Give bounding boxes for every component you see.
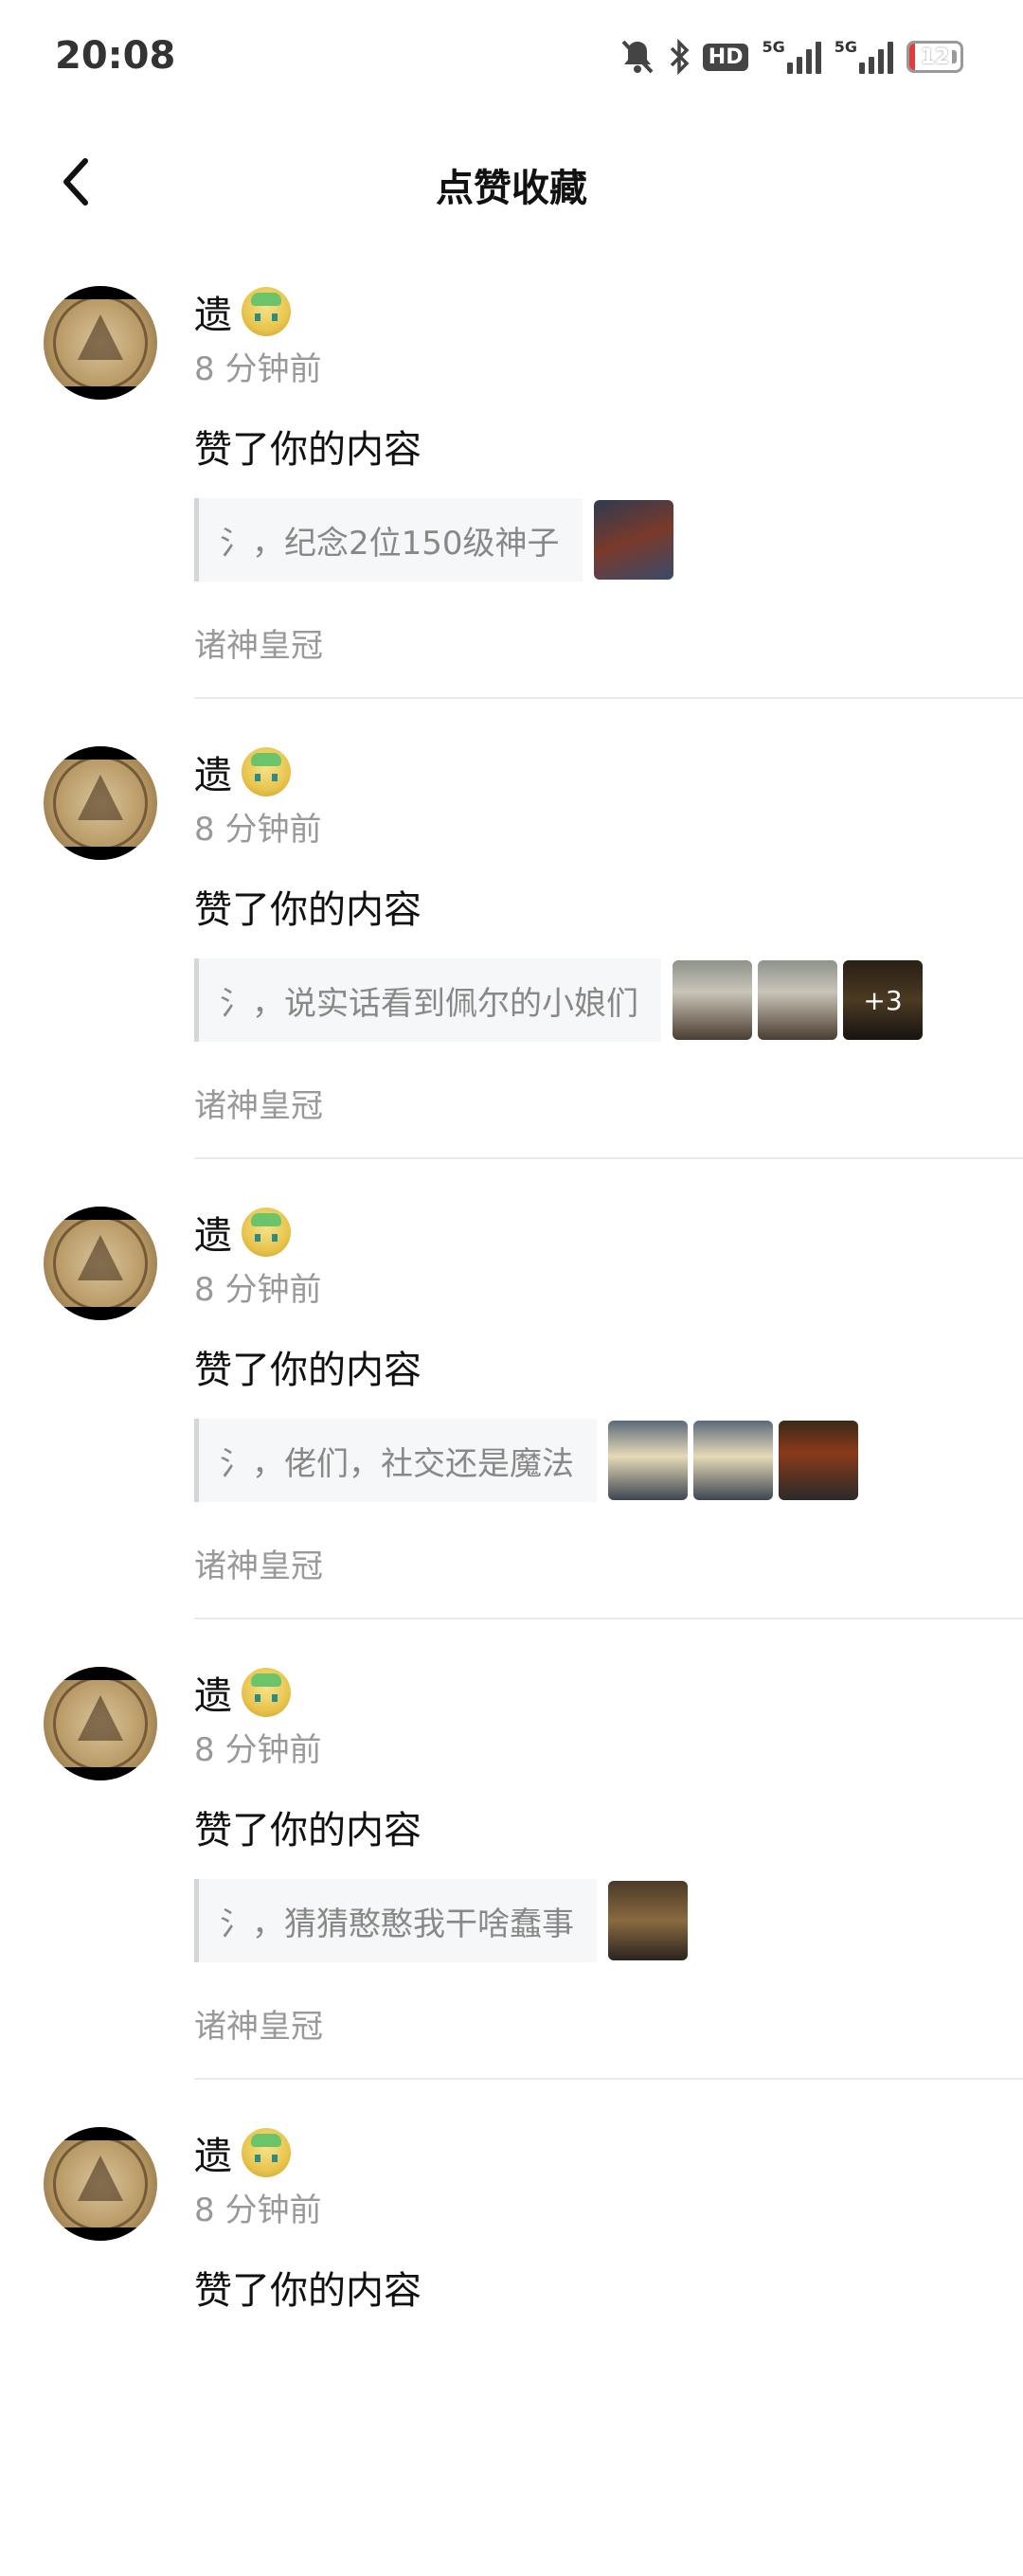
list-item[interactable]: 遗 8 分钟前 赞了你的内容 [0, 2116, 1023, 2576]
list-item[interactable]: 遗 8 分钟前 赞了你的内容 氵，说实话看到佩尔的小娘们 +3 诸神皇冠 [0, 735, 1023, 1195]
user-name[interactable]: 遗 [194, 1665, 232, 1720]
signal-5g-icon: 5G [762, 38, 821, 76]
list-item[interactable]: 遗 8 分钟前 赞了你的内容 氵，佬们，社交还是魔法 诸神皇冠 [0, 1195, 1023, 1655]
timestamp: 8 分钟前 [194, 1271, 322, 1309]
quoted-content[interactable]: 氵，说实话看到佩尔的小娘们 +3 [194, 958, 923, 1042]
action-text: 赞了你的内容 [194, 428, 422, 472]
timestamp: 8 分钟前 [194, 811, 322, 849]
thumbnail-image[interactable]: +3 [843, 960, 923, 1040]
badge-emoji-icon [242, 1208, 291, 1257]
user-name[interactable]: 遗 [194, 2125, 232, 2180]
thumbnail-image[interactable] [608, 1881, 688, 1960]
timestamp: 8 分钟前 [194, 1731, 322, 1769]
action-text: 赞了你的内容 [194, 1809, 422, 1852]
thumbnails: +3 [673, 960, 923, 1040]
user-name-row: 遗 [194, 1205, 291, 1260]
thumbnail-image[interactable] [693, 1421, 773, 1500]
thumbnail-image[interactable] [673, 960, 752, 1040]
thumbnails [608, 1881, 688, 1960]
top-bar: 点赞收藏 [0, 133, 1023, 237]
quoted-content[interactable]: 氵，猜猜憨憨我干啥蠢事 [194, 1879, 688, 1962]
timestamp: 8 分钟前 [194, 2191, 322, 2229]
signal-5g-icon: 5G [835, 38, 893, 76]
like-notification-list: 遗 8 分钟前 赞了你的内容 氵，纪念2位150级神子 诸神皇冠 遗 8 分钟前… [0, 275, 1023, 2576]
page-title: 点赞收藏 [436, 167, 587, 210]
quoted-text: 氵，佬们，社交还是魔法 [194, 1419, 597, 1502]
divider [194, 1618, 1023, 1619]
user-name[interactable]: 遗 [194, 284, 232, 339]
badge-emoji-icon [242, 2128, 291, 2177]
divider [194, 1157, 1023, 1159]
action-text: 赞了你的内容 [194, 888, 422, 932]
more-images-count: +3 [843, 960, 923, 1040]
avatar[interactable] [44, 1667, 157, 1780]
thumbnail-image[interactable] [758, 960, 837, 1040]
thumbnail-image[interactable] [608, 1421, 688, 1500]
badge-emoji-icon [242, 747, 291, 796]
status-time: 20:08 [55, 34, 176, 78]
avatar[interactable] [44, 286, 157, 400]
user-name-row: 遗 [194, 1665, 291, 1720]
thumbnail-image[interactable] [779, 1421, 858, 1500]
source-tag[interactable]: 诸神皇冠 [194, 1080, 323, 1126]
hd-icon: HD [702, 38, 749, 76]
mute-bell-icon [619, 38, 655, 76]
action-text: 赞了你的内容 [194, 1349, 422, 1392]
thumbnails [608, 1421, 858, 1500]
source-tag[interactable]: 诸神皇冠 [194, 619, 323, 666]
quoted-text: 氵，猜猜憨憨我干啥蠢事 [194, 1879, 597, 1962]
source-tag[interactable]: 诸神皇冠 [194, 1540, 323, 1586]
bluetooth-icon [669, 38, 690, 76]
status-icons: HD 5G 5G 12 [619, 38, 963, 76]
user-name[interactable]: 遗 [194, 1205, 232, 1260]
thumbnails [593, 500, 673, 580]
user-name-row: 遗 [194, 2125, 291, 2180]
quoted-text: 氵，纪念2位150级神子 [194, 498, 583, 581]
quoted-text: 氵，说实话看到佩尔的小娘们 [194, 958, 661, 1042]
divider [194, 2078, 1023, 2080]
user-name[interactable]: 遗 [194, 744, 232, 799]
list-item[interactable]: 遗 8 分钟前 赞了你的内容 氵，猜猜憨憨我干啥蠢事 诸神皇冠 [0, 1655, 1023, 2116]
list-item[interactable]: 遗 8 分钟前 赞了你的内容 氵，纪念2位150级神子 诸神皇冠 [0, 275, 1023, 735]
thumbnail-image[interactable] [593, 500, 673, 580]
battery-icon: 12 [906, 38, 963, 76]
divider [194, 697, 1023, 699]
quoted-content[interactable]: 氵，佬们，社交还是魔法 [194, 1419, 858, 1502]
action-text: 赞了你的内容 [194, 2269, 422, 2313]
source-tag[interactable]: 诸神皇冠 [194, 2000, 323, 2047]
avatar[interactable] [44, 2127, 157, 2241]
status-bar: 20:08 HD 5G 5G 12 [0, 0, 1023, 114]
timestamp: 8 分钟前 [194, 350, 322, 388]
user-name-row: 遗 [194, 284, 291, 339]
badge-emoji-icon [242, 1668, 291, 1717]
avatar[interactable] [44, 1207, 157, 1320]
quoted-content[interactable]: 氵，纪念2位150级神子 [194, 498, 673, 581]
avatar[interactable] [44, 746, 157, 860]
badge-emoji-icon [242, 287, 291, 336]
user-name-row: 遗 [194, 744, 291, 799]
